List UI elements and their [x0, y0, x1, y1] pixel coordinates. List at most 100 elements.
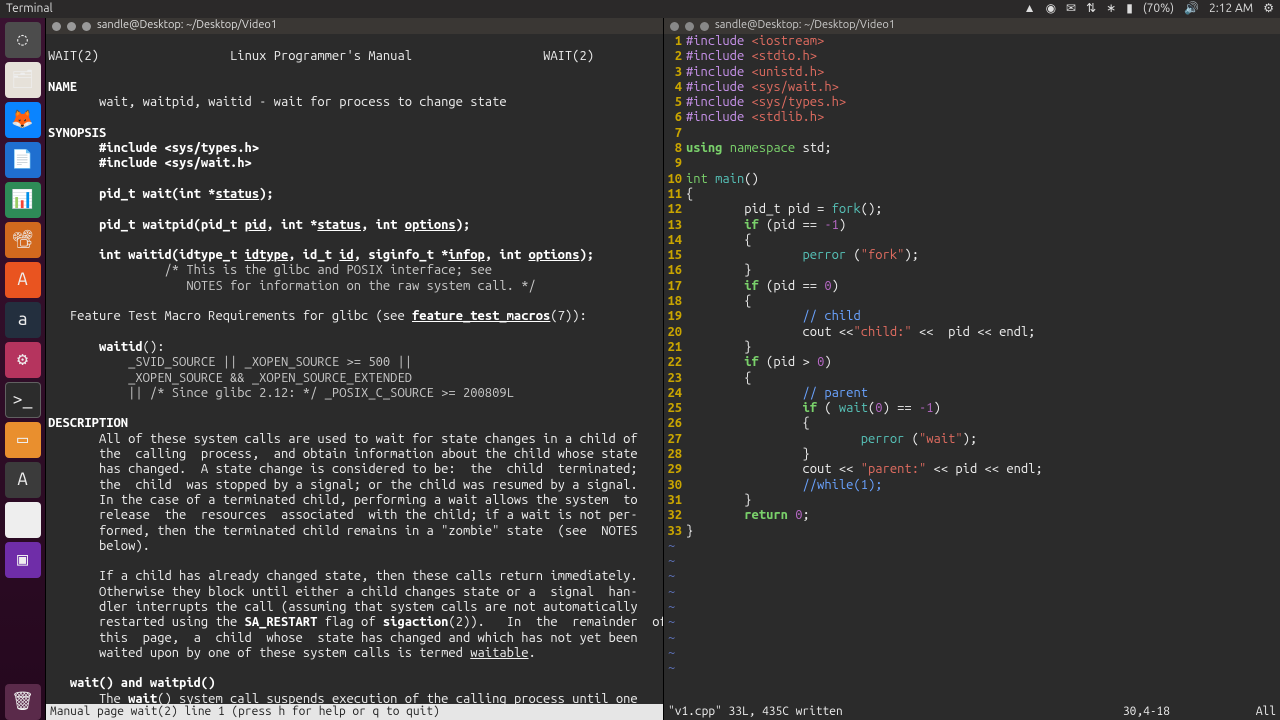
- camera-icon[interactable]: ◉: [1046, 1, 1056, 16]
- line-number: 15: [664, 248, 686, 263]
- launcher-impress[interactable]: 📽: [5, 222, 41, 258]
- code-line: 12 pid_t pid = fork();: [664, 202, 1280, 217]
- code-line: 6#include <stdlib.h>: [664, 110, 1280, 125]
- minimize-icon[interactable]: [67, 22, 76, 31]
- line-number: 4: [664, 80, 686, 95]
- desc-p8: below).: [48, 539, 150, 553]
- code-line: 8using namespace std;: [664, 141, 1280, 156]
- section-name: NAME: [48, 80, 77, 94]
- man-page-content[interactable]: WAIT(2) Linux Programmer's Manual WAIT(2…: [46, 34, 663, 704]
- code-line: 16 }: [664, 263, 1280, 278]
- line-number: 24: [664, 386, 686, 401]
- close-icon[interactable]: [52, 22, 61, 31]
- code-line: 3#include <unistd.h>: [664, 65, 1280, 80]
- code-text: {: [686, 294, 1280, 309]
- launcher-disk[interactable]: ▣: [5, 542, 41, 578]
- code-line: 13 if (pid == -1): [664, 218, 1280, 233]
- code-line: 14 {: [664, 233, 1280, 248]
- desc-p1: All of these system calls are used to wa…: [48, 432, 638, 446]
- code-line: 24 // parent: [664, 386, 1280, 401]
- line-number: 22: [664, 355, 686, 370]
- line-number: 2: [664, 49, 686, 64]
- close-icon[interactable]: [670, 22, 679, 31]
- line-number: 23: [664, 371, 686, 386]
- sig-wait: pid_t wait(int *status);: [48, 187, 274, 201]
- code-line: 32 return 0;: [664, 508, 1280, 523]
- code-line: 4#include <sys/wait.h>: [664, 80, 1280, 95]
- code-text: perror ("fork");: [686, 248, 1280, 263]
- code-line: 5#include <sys/types.h>: [664, 95, 1280, 110]
- launcher-settings[interactable]: ⚙: [5, 342, 41, 378]
- maximize-icon[interactable]: [82, 22, 91, 31]
- code-text: }: [686, 524, 1280, 539]
- vim-scroll-pos: All: [1256, 704, 1276, 719]
- line-number: 20: [664, 325, 686, 340]
- desc-p2: the calling process, and obtain informat…: [48, 447, 638, 461]
- battery-icon[interactable]: ▮: [1126, 1, 1133, 16]
- launcher-updater[interactable]: A: [5, 462, 41, 498]
- launcher-sublime[interactable]: ▭: [5, 422, 41, 458]
- tab-title: sandle@Desktop: ~/Desktop/Video1: [715, 18, 895, 33]
- bluetooth-icon[interactable]: ∗: [1106, 1, 1116, 16]
- launcher-files[interactable]: 🗂: [5, 62, 41, 98]
- vim-status-left: "v1.cpp" 33L, 435C written: [668, 704, 843, 719]
- line-number: 19: [664, 309, 686, 324]
- ftm-line: Feature Test Macro Requirements for glib…: [48, 309, 587, 323]
- desc-p10: Otherwise they block until either a chil…: [48, 585, 638, 599]
- line-number: 21: [664, 340, 686, 355]
- line-number: 32: [664, 508, 686, 523]
- vim-tab[interactable]: sandle@Desktop: ~/Desktop/Video1: [664, 18, 1280, 34]
- launcher-font[interactable]: A: [5, 262, 41, 298]
- name-line: wait, waitpid, waitid - wait for process…: [48, 95, 507, 109]
- terminal-tab[interactable]: sandle@Desktop: ~/Desktop/Video1: [46, 18, 663, 34]
- launcher-trash[interactable]: 🗑: [5, 684, 41, 720]
- code-line: 31 }: [664, 493, 1280, 508]
- launcher-amazon[interactable]: a: [5, 302, 41, 338]
- code-text: // child: [686, 309, 1280, 324]
- code-text: if ( wait(0) == -1): [686, 401, 1280, 416]
- code-text: return 0;: [686, 508, 1280, 523]
- system-menubar: Terminal ▲ ◉ ✉ ⇅ ∗ ▮ (70%) 🔊 2:12 AM ⚙: [0, 0, 1280, 18]
- vim-status-bar: "v1.cpp" 33L, 435C written 30,4-18 All: [664, 704, 1280, 720]
- line-number: 14: [664, 233, 686, 248]
- terminal-man-window: sandle@Desktop: ~/Desktop/Video1 WAIT(2)…: [45, 18, 663, 720]
- launcher-dash[interactable]: ◌: [5, 22, 41, 58]
- code-line: 26 {: [664, 416, 1280, 431]
- launcher-text[interactable]: ✎: [5, 502, 41, 538]
- gear-icon[interactable]: ⚙: [1263, 1, 1274, 16]
- network-icon[interactable]: ⇅: [1086, 1, 1096, 16]
- desc-p13: this page, a child whose state has chang…: [48, 631, 638, 645]
- man-status-bar: Manual page wait(2) line 1 (press h for …: [46, 704, 663, 720]
- vim-editor[interactable]: 1#include <iostream>2#include <stdio.h>3…: [664, 34, 1280, 704]
- code-line: 29 cout << "parent:" << pid << endl;: [664, 462, 1280, 477]
- minimize-icon[interactable]: [685, 22, 694, 31]
- code-line: 27 perror ("wait");: [664, 432, 1280, 447]
- code-text: #include <unistd.h>: [686, 65, 1280, 80]
- launcher-calc[interactable]: 📊: [5, 182, 41, 218]
- vim-tilde: ~: [664, 615, 1280, 630]
- sig-waitid: int waitid(idtype_t idtype, id_t id, sig…: [48, 248, 594, 262]
- code-line: 20 cout <<"child:" << pid << endl;: [664, 325, 1280, 340]
- mail-icon[interactable]: ✉: [1066, 1, 1076, 16]
- vlc-icon[interactable]: ▲: [1024, 1, 1036, 16]
- vim-cursor-pos: 30,4-18: [1123, 704, 1170, 719]
- man-header-center: Linux Programmer's Manual: [230, 49, 412, 63]
- line-number: 16: [664, 263, 686, 278]
- code-line: 10int main(): [664, 172, 1280, 187]
- code-text: #include <sys/wait.h>: [686, 80, 1280, 95]
- maximize-icon[interactable]: [700, 22, 709, 31]
- desc-p6: release the resources associated with th…: [48, 508, 638, 522]
- launcher-writer[interactable]: 📄: [5, 142, 41, 178]
- code-text: if (pid == 0): [686, 279, 1280, 294]
- vim-tilde: ~: [664, 631, 1280, 646]
- vim-tilde: ~: [664, 600, 1280, 615]
- code-text: #include <iostream>: [686, 34, 1280, 49]
- volume-icon[interactable]: 🔊: [1184, 1, 1199, 16]
- launcher-terminal[interactable]: >_: [5, 382, 41, 418]
- include-1: #include <sys/types.h>: [48, 141, 259, 155]
- terminal-vim-window: sandle@Desktop: ~/Desktop/Video1 1#inclu…: [663, 18, 1280, 720]
- last-line: The wait() system call suspends executio…: [48, 692, 638, 704]
- code-line: 30 //while(1);: [664, 478, 1280, 493]
- code-line: 33}: [664, 524, 1280, 539]
- launcher-firefox[interactable]: 🦊: [5, 102, 41, 138]
